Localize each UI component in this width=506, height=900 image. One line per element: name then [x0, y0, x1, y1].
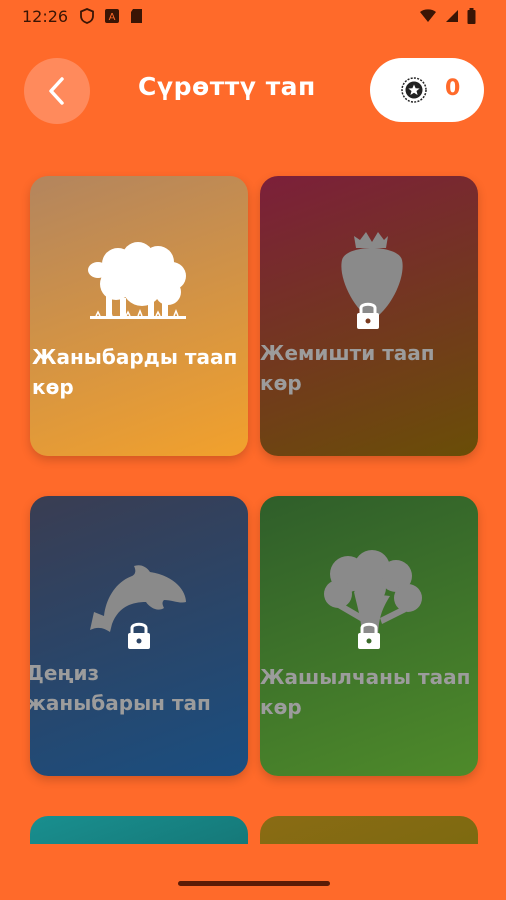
shield-icon — [80, 8, 94, 24]
sheep-icon — [88, 242, 186, 319]
keyboard-a-icon: A — [105, 9, 119, 23]
back-button[interactable] — [24, 58, 90, 124]
score-count: 0 — [445, 76, 461, 101]
category-card-animals[interactable]: Жаныбарды таап көр — [30, 176, 248, 456]
status-icons-left: A — [80, 8, 143, 24]
medal-star-icon — [401, 77, 427, 103]
card-label: Деңиз жаныбарын тап — [30, 661, 211, 715]
lock-icon — [357, 302, 379, 329]
bottom-area — [0, 844, 506, 900]
sd-card-icon — [131, 9, 142, 23]
chevron-left-icon — [49, 77, 64, 105]
card-label: Жаныбарды таап көр — [32, 345, 238, 399]
category-card-partial-right[interactable] — [260, 816, 478, 846]
lock-icon — [128, 622, 150, 649]
status-icons-right — [419, 8, 476, 24]
svg-text:A: A — [109, 12, 116, 23]
page-title: Сүрөттү тап — [138, 72, 316, 101]
status-bar: 12:26 A — [0, 0, 506, 36]
status-time: 12:26 — [22, 7, 69, 26]
card-label: Жемишти таап көр — [260, 341, 435, 395]
score-badge[interactable]: 0 — [370, 58, 484, 122]
lock-icon — [358, 622, 380, 649]
signal-icon — [446, 10, 458, 22]
home-indicator[interactable] — [178, 881, 330, 886]
wifi-icon — [420, 9, 436, 22]
category-card-partial-left[interactable] — [30, 816, 248, 846]
card-label: Жашылчаны таап көр — [260, 665, 471, 719]
battery-icon — [467, 8, 476, 24]
category-card-sea-animals[interactable]: Деңиз жаныбарын тап — [30, 496, 248, 776]
category-card-vegetables[interactable]: Жашылчаны таап көр — [260, 496, 478, 776]
category-card-fruits[interactable]: Жемишти таап көр — [260, 176, 478, 456]
